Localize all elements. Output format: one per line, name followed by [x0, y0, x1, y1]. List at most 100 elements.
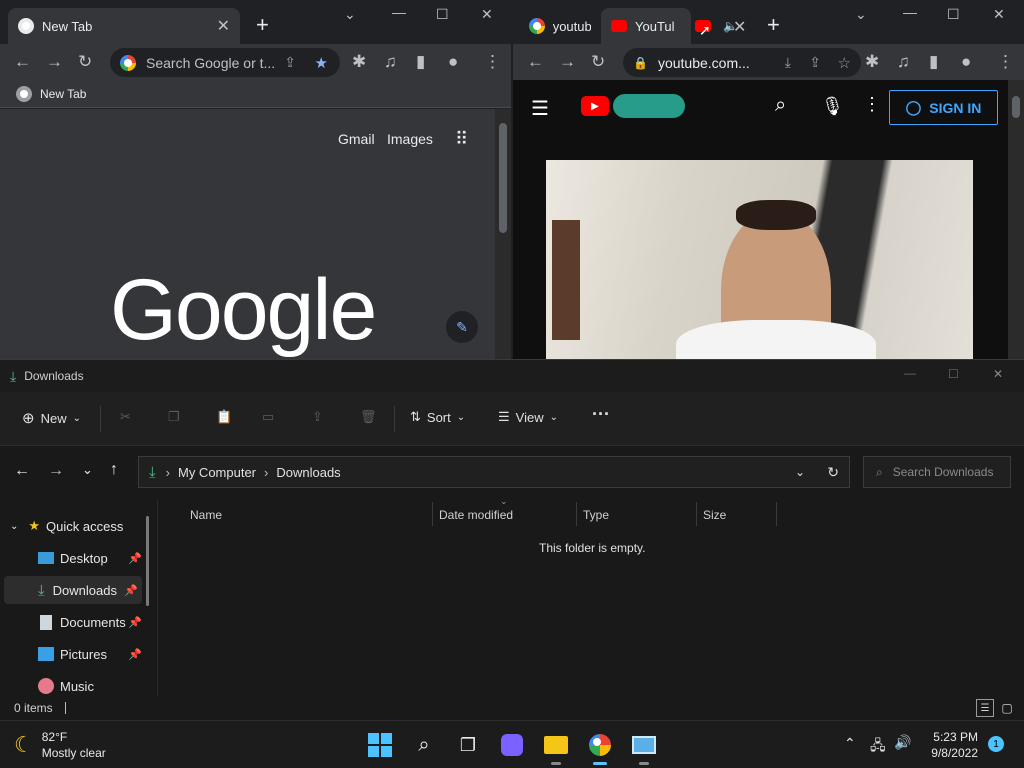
- forward-icon[interactable]: →: [559, 52, 576, 72]
- bookmark-star-icon[interactable]: ★: [315, 54, 328, 72]
- hamburger-menu-icon[interactable]: ☰: [531, 96, 549, 121]
- reload-icon[interactable]: ↻: [78, 52, 92, 72]
- close-tab-icon[interactable]: ✕: [733, 17, 746, 37]
- maximize-button[interactable]: ☐: [948, 367, 959, 381]
- bookmark-new-tab[interactable]: New Tab: [40, 87, 86, 101]
- column-header-size[interactable]: Size: [703, 500, 726, 530]
- microphone-icon[interactable]: 🎙: [821, 96, 844, 117]
- close-window-button[interactable]: ✕: [993, 6, 1005, 23]
- search-input[interactable]: ⌕ Search Downloads: [863, 456, 1011, 488]
- maximize-button[interactable]: ☐: [947, 6, 960, 23]
- apps-grid-icon[interactable]: ⠿: [455, 129, 468, 150]
- up-icon[interactable]: ↑: [110, 461, 118, 479]
- nav-item-quick-access[interactable]: ⌄ ★ Quick access: [0, 512, 146, 540]
- paste-icon[interactable]: 📋: [216, 409, 232, 425]
- column-divider[interactable]: [576, 502, 577, 526]
- new-button[interactable]: ⊕ New ⌄: [22, 409, 81, 427]
- column-divider[interactable]: [432, 502, 433, 526]
- recent-locations-chevron-icon[interactable]: ⌄: [82, 462, 93, 478]
- volume-icon[interactable]: 🔊: [894, 734, 911, 751]
- scrollbar[interactable]: [495, 109, 511, 359]
- breadcrumb-downloads[interactable]: Downloads: [276, 465, 340, 480]
- nav-item-pictures[interactable]: Pictures 📌: [0, 640, 146, 668]
- minimize-button[interactable]: —: [392, 4, 406, 20]
- gmail-link[interactable]: Gmail: [338, 131, 375, 147]
- side-panel-icon[interactable]: ▮: [416, 52, 425, 72]
- search-icon[interactable]: ⌕: [410, 731, 438, 759]
- column-divider[interactable]: [696, 502, 697, 526]
- show-hidden-icons-chevron-icon[interactable]: ⌃: [844, 735, 856, 752]
- install-icon[interactable]: ⤓: [785, 54, 791, 71]
- task-view-icon[interactable]: ❐: [454, 731, 482, 759]
- remote-desktop-icon[interactable]: [630, 731, 658, 765]
- cut-icon[interactable]: ✂: [120, 409, 131, 425]
- rename-icon[interactable]: ▭: [262, 409, 274, 425]
- youtube-logo[interactable]: ▶: [581, 96, 609, 116]
- tab-youtube-1[interactable]: youtub: [519, 8, 601, 44]
- chat-icon[interactable]: [498, 731, 526, 759]
- copy-icon[interactable]: ❐: [168, 409, 180, 425]
- share-icon[interactable]: ⇪: [809, 54, 821, 71]
- nav-item-desktop[interactable]: Desktop 📌: [0, 544, 146, 572]
- nav-item-documents[interactable]: Documents 📌: [0, 608, 146, 636]
- close-window-button[interactable]: ✕: [993, 367, 1003, 381]
- scrollbar-thumb[interactable]: [499, 123, 507, 233]
- extensions-icon[interactable]: ✱: [865, 52, 879, 72]
- address-bar[interactable]: ⤓ › My Computer › Downloads ⌄ ↻: [138, 456, 850, 488]
- reload-icon[interactable]: ↻: [591, 52, 605, 72]
- minimize-button[interactable]: —: [903, 4, 917, 20]
- images-link[interactable]: Images: [387, 131, 433, 147]
- close-tab-icon[interactable]: ✕: [217, 16, 230, 36]
- new-tab-button[interactable]: +: [256, 14, 269, 36]
- view-button[interactable]: ☰ View ⌄: [498, 409, 558, 425]
- customize-pencil-icon[interactable]: ✎: [446, 311, 478, 343]
- more-options-icon[interactable]: ⋮: [863, 94, 881, 115]
- column-divider[interactable]: [776, 502, 777, 526]
- minimize-button[interactable]: —: [904, 366, 916, 380]
- more-options-button[interactable]: ···: [592, 404, 610, 425]
- side-panel-icon[interactable]: ▮: [929, 52, 938, 72]
- sign-in-button[interactable]: ◯ SIGN IN: [889, 90, 998, 125]
- tab-youtube-2[interactable]: YouTul: [601, 8, 691, 44]
- scrollbar[interactable]: [1008, 80, 1024, 359]
- details-view-icon[interactable]: ☰: [976, 699, 994, 717]
- address-dropdown-chevron-icon[interactable]: ⌄: [795, 465, 805, 479]
- weather-widget[interactable]: ☾ 82°F Mostly clear: [14, 729, 106, 761]
- large-icons-view-icon[interactable]: ▢: [998, 699, 1016, 717]
- search-icon[interactable]: ⌕: [775, 94, 786, 117]
- media-queue-icon[interactable]: ♫: [384, 52, 397, 72]
- new-tab-button[interactable]: +: [767, 14, 780, 36]
- menu-kebab-icon[interactable]: ⋮: [997, 52, 1014, 72]
- tab-new-tab[interactable]: New Tab ✕: [8, 8, 240, 44]
- menu-kebab-icon[interactable]: ⋮: [484, 52, 501, 72]
- start-button[interactable]: [366, 731, 394, 759]
- back-icon[interactable]: ←: [14, 52, 31, 72]
- share-icon[interactable]: ⇪: [284, 54, 296, 71]
- back-icon[interactable]: ←: [527, 52, 544, 72]
- youtube-doodle[interactable]: [613, 94, 685, 118]
- media-queue-icon[interactable]: ♫: [897, 52, 910, 72]
- breadcrumb-my-computer[interactable]: My Computer: [178, 465, 256, 480]
- column-header-type[interactable]: Type: [583, 500, 609, 530]
- profile-icon[interactable]: ●: [961, 52, 971, 72]
- maximize-button[interactable]: ☐: [436, 6, 449, 23]
- column-header-name[interactable]: Name: [190, 500, 222, 530]
- notification-badge[interactable]: 1: [988, 736, 1004, 752]
- back-icon[interactable]: ←: [14, 462, 30, 480]
- forward-icon[interactable]: →: [48, 462, 64, 480]
- chrome-icon[interactable]: [586, 731, 614, 765]
- nav-item-downloads[interactable]: ⤓ Downloads 📌: [4, 576, 142, 604]
- scrollbar-thumb[interactable]: [1012, 96, 1020, 118]
- close-window-button[interactable]: ✕: [481, 6, 493, 23]
- extensions-icon[interactable]: ✱: [352, 52, 366, 72]
- forward-icon[interactable]: →: [46, 52, 63, 72]
- tab-search-chevron-icon[interactable]: ⌄: [344, 6, 356, 23]
- tab-search-chevron-icon[interactable]: ⌄: [855, 6, 867, 23]
- profile-icon[interactable]: ●: [448, 52, 458, 72]
- sort-button[interactable]: ⇅ Sort ⌄: [410, 409, 465, 425]
- delete-icon[interactable]: 🗑: [360, 409, 377, 425]
- clock[interactable]: 5:23 PM 9/8/2022: [924, 729, 978, 761]
- video-player[interactable]: [546, 160, 973, 359]
- omnibox[interactable]: 🔒 youtube.com... ⤓ ⇪ ☆: [623, 48, 861, 77]
- file-explorer-icon[interactable]: [542, 731, 570, 765]
